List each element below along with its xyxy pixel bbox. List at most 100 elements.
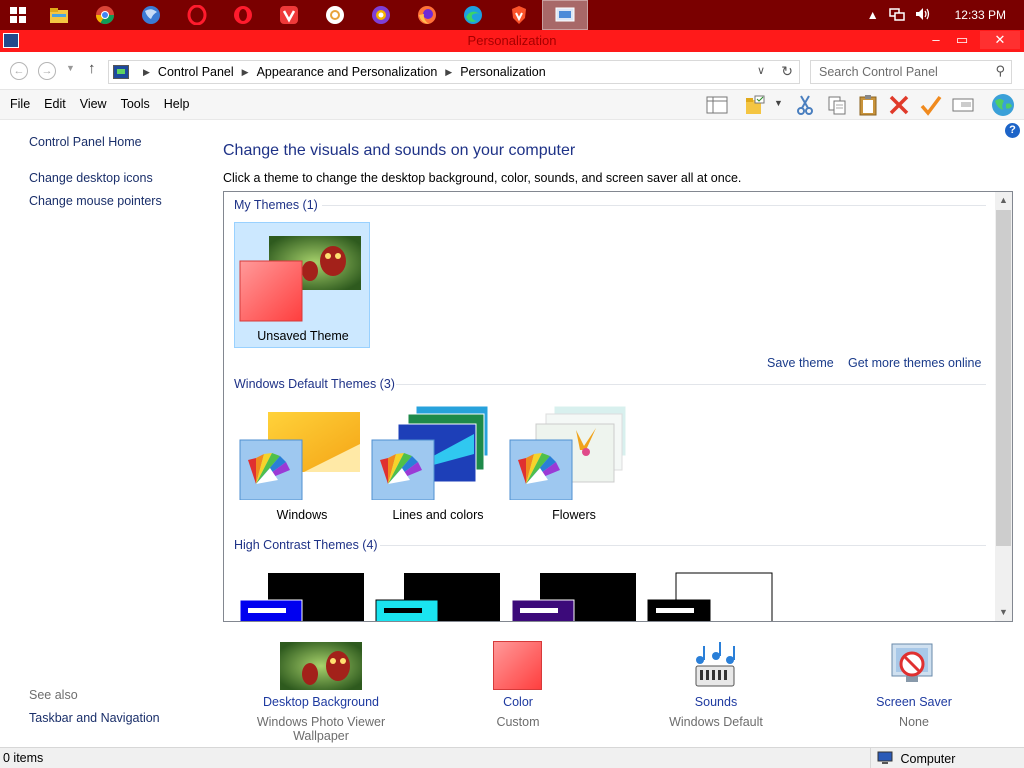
get-more-themes-link[interactable]: Get more themes online	[848, 356, 981, 370]
globe-icon[interactable]	[990, 92, 1016, 118]
start-button[interactable]	[0, 0, 36, 30]
checkmark-icon[interactable]	[920, 94, 942, 116]
vivaldi-icon	[280, 6, 298, 24]
title-bar[interactable]: Personalization – ▭ ✕	[0, 30, 1024, 52]
taskbar-firefox-alt[interactable]	[128, 0, 174, 30]
theme-label: Lines and colors	[392, 508, 484, 522]
taskbar-opera[interactable]	[174, 0, 220, 30]
back-button[interactable]: ←	[10, 62, 28, 80]
sounds-label[interactable]: Sounds	[626, 695, 806, 709]
theme-list-panel[interactable]: My Themes (1) Unsaved Theme Save theme G…	[223, 191, 1013, 622]
taskbar-firefox[interactable]	[404, 0, 450, 30]
refresh-icon[interactable]: ↻	[781, 63, 793, 80]
brave-icon	[512, 6, 526, 24]
taskbar-chrome[interactable]	[82, 0, 128, 30]
group-high-contrast-themes: High Contrast Themes (4)	[234, 538, 378, 552]
taskbar-brave[interactable]	[496, 0, 542, 30]
properties-icon[interactable]	[952, 94, 974, 116]
menu-edit[interactable]: Edit	[44, 97, 66, 111]
breadcrumb-separator-icon[interactable]: ▶	[242, 67, 249, 78]
theme-unsaved[interactable]: Unsaved Theme	[234, 222, 370, 348]
recent-locations-chevron-icon[interactable]: ▼	[66, 63, 75, 73]
high-contrast-black-preview	[511, 573, 636, 621]
tray-overflow-icon[interactable]: ▲	[867, 8, 879, 22]
theme-high-contrast-white[interactable]	[642, 566, 778, 621]
save-theme-link[interactable]: Save theme	[767, 356, 834, 370]
volume-icon[interactable]	[915, 7, 931, 24]
address-bar[interactable]: ▶ Control Panel ▶ Appearance and Persona…	[108, 60, 800, 84]
paste-icon[interactable]	[857, 94, 879, 116]
menu-view[interactable]: View	[80, 97, 107, 111]
folder-options-icon[interactable]	[744, 94, 766, 116]
change-mouse-pointers-link[interactable]: Change mouse pointers	[29, 194, 162, 208]
group-divider	[380, 545, 986, 546]
theme-high-contrast-2[interactable]	[370, 566, 506, 621]
desktop-background-label[interactable]: Desktop Background	[231, 695, 411, 709]
taskbar-vivaldi[interactable]	[266, 0, 312, 30]
cut-icon[interactable]	[794, 94, 816, 116]
menu-file[interactable]: File	[10, 97, 30, 111]
menu-help[interactable]: Help	[164, 97, 190, 111]
scroll-up-chevron-icon[interactable]: ▲	[995, 192, 1012, 209]
taskbar-opera-gx[interactable]	[220, 0, 266, 30]
network-icon[interactable]	[888, 7, 905, 24]
system-tray: ▲ 12:33 PM	[867, 0, 1024, 30]
search-icon[interactable]: ⚲	[995, 63, 1005, 79]
chromium-icon	[326, 6, 344, 24]
theme-windows[interactable]: Windows	[234, 404, 370, 530]
theme-list-scrollbar[interactable]: ▲ ▼	[995, 192, 1012, 621]
close-button[interactable]: ✕	[980, 31, 1020, 49]
breadcrumb-personalization[interactable]: Personalization	[460, 65, 545, 79]
left-task-pane: Control Panel Home Change desktop icons …	[0, 121, 210, 745]
globe-browser-icon	[142, 6, 160, 24]
window-title: Personalization	[467, 33, 557, 48]
maximize-button[interactable]: ▭	[952, 31, 972, 49]
scrollbar-thumb[interactable]	[996, 210, 1011, 546]
delete-icon[interactable]	[888, 94, 910, 116]
clock[interactable]: 12:33 PM	[955, 8, 1006, 22]
menu-tools[interactable]: Tools	[121, 97, 150, 111]
copy-icon[interactable]	[826, 94, 848, 116]
taskbar-file-explorer[interactable]	[36, 0, 82, 30]
status-location: Computer	[870, 748, 1024, 768]
control-panel-home-link[interactable]: Control Panel Home	[29, 135, 142, 149]
windows-logo-icon	[10, 7, 26, 23]
folder-icon	[50, 8, 68, 23]
theme-flowers[interactable]: Flowers	[506, 404, 642, 530]
taskbar-control-panel[interactable]	[542, 0, 588, 30]
theme-high-contrast-1[interactable]	[234, 566, 370, 621]
firefox-icon	[418, 6, 436, 24]
change-desktop-icons-link[interactable]: Change desktop icons	[29, 171, 153, 185]
taskbar-navigation-link[interactable]: Taskbar and Navigation	[29, 711, 160, 725]
help-icon[interactable]: ?	[1005, 123, 1020, 138]
layout-pane-icon[interactable]	[706, 94, 728, 116]
breadcrumb-separator-icon[interactable]: ▶	[143, 67, 150, 78]
windows-theme-preview	[239, 412, 360, 500]
breadcrumb-separator-icon[interactable]: ▶	[445, 67, 452, 78]
page-title: Change the visuals and sounds on your co…	[223, 142, 576, 159]
menu-toolbar-row: File Edit View Tools Help ▼	[0, 90, 1024, 120]
color-label[interactable]: Color	[428, 695, 608, 709]
screen-saver-label[interactable]: Screen Saver	[824, 695, 1004, 709]
taskbar-brave-beta[interactable]	[358, 0, 404, 30]
chrome-icon	[96, 6, 114, 25]
scroll-down-chevron-icon[interactable]: ▼	[995, 604, 1012, 621]
folder-options-dropdown-icon[interactable]: ▼	[774, 98, 796, 120]
screen-saver-icon	[891, 643, 933, 682]
breadcrumb-appearance[interactable]: Appearance and Personalization	[257, 65, 438, 79]
breadcrumb-control-panel[interactable]: Control Panel	[158, 65, 234, 79]
see-also-heading: See also	[29, 688, 78, 702]
up-arrow-icon[interactable]: ↑	[88, 60, 96, 77]
group-divider	[396, 384, 986, 385]
forward-button[interactable]: →	[38, 62, 56, 80]
taskbar-chromium[interactable]	[312, 0, 358, 30]
search-input[interactable]: Search Control Panel ⚲	[810, 60, 1012, 84]
theme-high-contrast-black[interactable]	[506, 566, 642, 621]
screen-saver-value: None	[899, 715, 929, 729]
minimize-button[interactable]: –	[926, 31, 946, 49]
theme-label: Flowers	[552, 508, 596, 522]
computer-icon	[877, 751, 893, 764]
address-dropdown-chevron-icon[interactable]: ∨	[757, 64, 765, 77]
theme-lines-and-colors[interactable]: Lines and colors	[370, 404, 506, 530]
taskbar-edge[interactable]	[450, 0, 496, 30]
